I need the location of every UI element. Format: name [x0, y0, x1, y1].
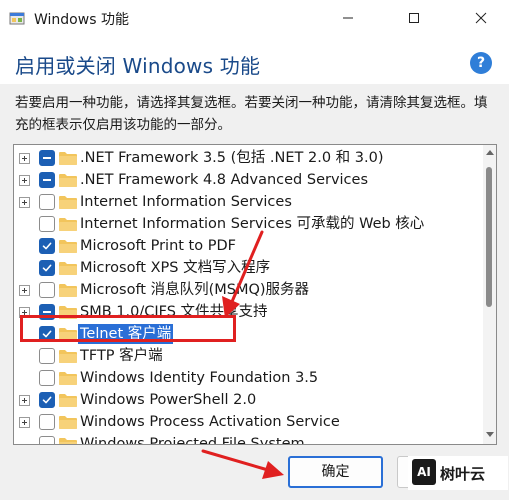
- feature-label: Windows Process Activation Service: [80, 414, 340, 430]
- close-icon: [475, 12, 487, 24]
- feature-label: Internet Information Services: [80, 194, 292, 210]
- folder-icon: [59, 262, 77, 275]
- feature-row[interactable]: Windows Projected File System: [14, 433, 480, 445]
- feature-checkbox[interactable]: [39, 282, 55, 298]
- folder-icon: [59, 174, 77, 187]
- expand-icon[interactable]: [19, 417, 30, 428]
- minimize-button[interactable]: [325, 0, 371, 34]
- minimize-icon: [343, 17, 353, 19]
- feature-checkbox[interactable]: [39, 392, 55, 408]
- feature-row[interactable]: Windows Identity Foundation 3.5: [14, 367, 480, 389]
- folder-icon: [59, 240, 77, 253]
- feature-row[interactable]: Internet Information Services: [14, 191, 480, 213]
- feature-label: Windows Projected File System: [80, 436, 305, 445]
- feature-checkbox[interactable]: [39, 304, 55, 320]
- window-title: Windows 功能: [34, 12, 129, 28]
- folder-icon: [59, 438, 77, 444]
- feature-row[interactable]: Microsoft 消息队列(MSMQ)服务器: [14, 279, 480, 301]
- feature-checkbox[interactable]: [39, 436, 55, 444]
- feature-row[interactable]: .NET Framework 3.5 (包括 .NET 2.0 和 3.0): [14, 147, 480, 169]
- expand-icon[interactable]: [19, 307, 30, 318]
- feature-row[interactable]: Microsoft Print to PDF: [14, 235, 480, 257]
- folder-icon: [59, 218, 77, 231]
- ok-button[interactable]: 确定: [288, 456, 383, 488]
- folder-icon: [59, 284, 77, 297]
- feature-checkbox[interactable]: [39, 172, 55, 188]
- help-button[interactable]: ?: [470, 52, 492, 74]
- expand-icon[interactable]: [19, 175, 30, 186]
- folder-icon: [59, 306, 77, 319]
- feature-row[interactable]: .NET Framework 4.8 Advanced Services: [14, 169, 480, 191]
- watermark-logo: AI: [412, 459, 436, 485]
- feature-checkbox[interactable]: [39, 150, 55, 166]
- feature-row[interactable]: Microsoft XPS 文档写入程序: [14, 257, 480, 279]
- feature-row[interactable]: Windows Process Activation Service: [14, 411, 480, 433]
- folder-icon: [59, 328, 77, 341]
- folder-icon: [59, 196, 77, 209]
- checkmark-icon: [42, 264, 52, 272]
- feature-label: .NET Framework 3.5 (包括 .NET 2.0 和 3.0): [80, 150, 384, 166]
- expand-icon[interactable]: [19, 197, 30, 208]
- feature-label: Microsoft Print to PDF: [80, 238, 236, 254]
- watermark-text: 树叶云: [440, 465, 486, 483]
- watermark: AI 树叶云: [408, 456, 508, 490]
- feature-checkbox[interactable]: [39, 216, 55, 232]
- feature-label: Windows Identity Foundation 3.5: [80, 370, 319, 386]
- checkmark-icon: [42, 396, 52, 404]
- feature-checkbox[interactable]: [39, 194, 55, 210]
- feature-row[interactable]: Windows PowerShell 2.0: [14, 389, 480, 411]
- feature-label: TFTP 客户端: [80, 348, 163, 364]
- title-bar: Windows 功能: [0, 0, 509, 38]
- windows-features-icon: [9, 12, 25, 25]
- feature-checkbox[interactable]: [39, 326, 55, 342]
- scroll-up-arrow-icon[interactable]: [486, 150, 494, 155]
- folder-icon: [59, 152, 77, 165]
- feature-row[interactable]: Telnet 客户端: [14, 323, 480, 345]
- feature-checkbox[interactable]: [39, 348, 55, 364]
- feature-checkbox[interactable]: [39, 370, 55, 386]
- feature-label: SMB 1.0/CIFS 文件共享支持: [80, 304, 268, 320]
- feature-checkbox[interactable]: [39, 414, 55, 430]
- feature-label: .NET Framework 4.8 Advanced Services: [80, 172, 369, 188]
- scroll-thumb[interactable]: [486, 167, 492, 307]
- folder-icon: [59, 350, 77, 363]
- expand-icon[interactable]: [19, 153, 30, 164]
- feature-label: Internet Information Services 可承载的 Web 核…: [80, 216, 425, 232]
- features-tree[interactable]: .NET Framework 3.5 (包括 .NET 2.0 和 3.0) .N…: [13, 144, 497, 445]
- folder-icon: [59, 394, 77, 407]
- feature-row[interactable]: Internet Information Services 可承载的 Web 核…: [14, 213, 480, 235]
- folder-icon: [59, 372, 77, 385]
- feature-checkbox[interactable]: [39, 238, 55, 254]
- feature-label: Microsoft XPS 文档写入程序: [80, 260, 271, 276]
- close-button[interactable]: [458, 0, 504, 34]
- checkmark-icon: [42, 330, 52, 338]
- description-text: 若要启用一种功能，请选择其复选框。若要关闭一种功能，请清除其复选框。填充的框表示…: [15, 95, 488, 133]
- tree-scrollbar[interactable]: [483, 145, 496, 444]
- feature-label: Windows PowerShell 2.0: [80, 392, 257, 408]
- page-title: 启用或关闭 Windows 功能: [15, 54, 261, 78]
- feature-label: Microsoft 消息队列(MSMQ)服务器: [80, 282, 310, 298]
- feature-checkbox[interactable]: [39, 260, 55, 276]
- expand-icon[interactable]: [19, 395, 30, 406]
- maximize-button[interactable]: [391, 0, 437, 34]
- scroll-down-arrow-icon[interactable]: [486, 432, 494, 437]
- checkmark-icon: [42, 242, 52, 250]
- feature-row[interactable]: SMB 1.0/CIFS 文件共享支持: [14, 301, 480, 323]
- dialog-header: 启用或关闭 Windows 功能: [0, 38, 509, 84]
- feature-row[interactable]: TFTP 客户端: [14, 345, 480, 367]
- maximize-icon: [409, 13, 419, 23]
- expand-icon[interactable]: [19, 285, 30, 296]
- feature-label: Telnet 客户端: [78, 324, 174, 344]
- folder-icon: [59, 416, 77, 429]
